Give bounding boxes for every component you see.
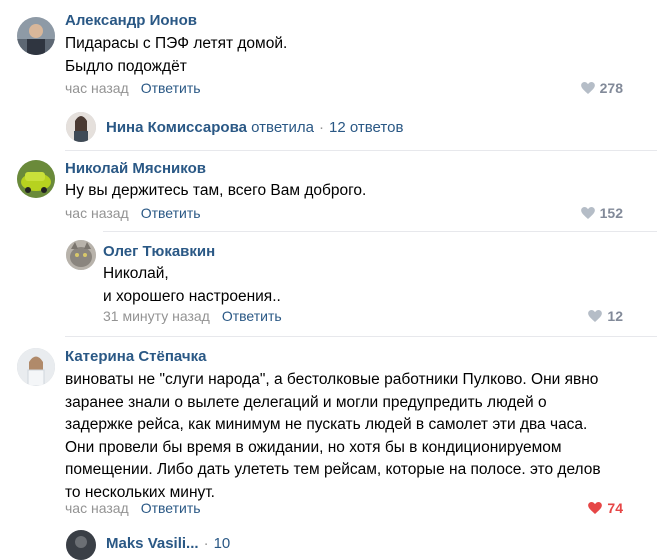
comment-time[interactable]: час назад (65, 80, 129, 96)
reply-button[interactable]: Ответить (141, 500, 201, 516)
avatar[interactable] (17, 17, 55, 55)
comment-author[interactable]: Николай Мясников (65, 160, 206, 177)
like-count: 74 (607, 500, 623, 516)
avatar[interactable] (17, 348, 55, 386)
replies-thread-link[interactable]: Maks Vasili... · 10 (106, 535, 230, 552)
avatar[interactable] (17, 160, 55, 198)
reply-button[interactable]: Ответить (141, 80, 201, 96)
avatar[interactable] (66, 530, 96, 560)
like-button[interactable]: 152 (580, 205, 623, 221)
comment-text: виноваты не "слуги народа", а бестолковы… (65, 371, 601, 501)
comment-text: Пидарасы с ПЭФ летят домой. Быдло подожд… (65, 35, 288, 75)
heart-icon (588, 310, 603, 322)
reply-button[interactable]: Ответить (141, 205, 201, 221)
like-button[interactable]: 12 (588, 308, 623, 324)
like-count: 278 (599, 80, 623, 96)
reply-button[interactable]: Ответить (222, 308, 282, 324)
heart-icon (580, 207, 595, 219)
comment-author[interactable]: Александр Ионов (65, 12, 197, 29)
comment-meta: час назад Ответить (65, 80, 201, 96)
reply-count: 12 ответов (329, 119, 404, 136)
heart-icon (588, 502, 603, 514)
reply-verb: ответила (251, 119, 315, 136)
reply-author: Нина Комиссарова (106, 119, 247, 136)
avatar[interactable] (66, 240, 96, 270)
divider (65, 336, 657, 337)
replies-thread-link[interactable]: Нина Комиссарова ответила · 12 ответов (106, 119, 403, 136)
comment-text: Николай, и хорошего настроения.. (103, 265, 281, 305)
like-button[interactable]: 278 (580, 80, 623, 96)
like-button[interactable]: 74 (588, 500, 623, 516)
divider (103, 231, 657, 232)
comment-author[interactable]: Олег Тюкавкин (103, 243, 215, 260)
dot-separator: · (319, 119, 325, 136)
reply-author: Maks Vasili... (106, 535, 199, 552)
comment-time[interactable]: час назад (65, 500, 129, 516)
avatar[interactable] (66, 112, 96, 142)
divider (65, 150, 657, 151)
like-count: 152 (599, 205, 623, 221)
comment-meta: 31 минуту назад Ответить (103, 308, 282, 324)
comment-meta: час назад Ответить (65, 500, 201, 516)
comment-author[interactable]: Катерина Стёпачка (65, 348, 206, 365)
comment-time[interactable]: час назад (65, 205, 129, 221)
reply-count: 10 (213, 535, 231, 552)
dot-separator: · (203, 535, 209, 552)
comment-text: Ну вы держитесь там, всего Вам доброго. (65, 182, 367, 199)
comment-time[interactable]: 31 минуту назад (103, 308, 210, 324)
comment-meta: час назад Ответить (65, 205, 201, 221)
like-count: 12 (607, 308, 623, 324)
heart-icon (580, 82, 595, 94)
